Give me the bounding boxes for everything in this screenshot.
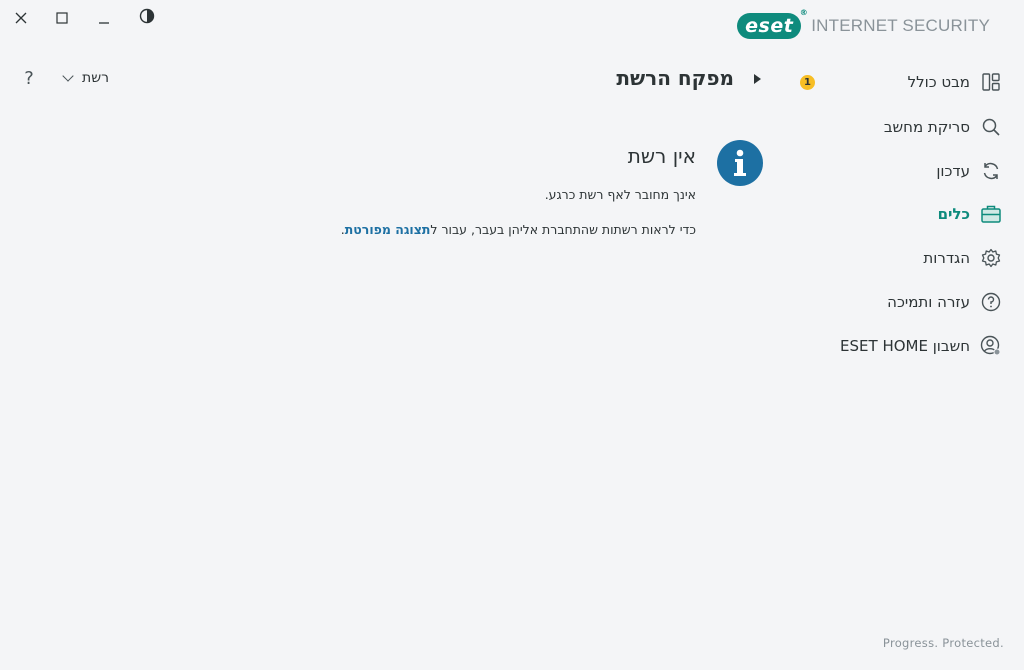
sidebar-item-label: כלים — [937, 205, 970, 223]
gear-icon — [980, 247, 1002, 269]
info-detail: כדי לראות רשתות שהתחברת אליהן בעבר, עבור… — [341, 222, 696, 237]
info-detail-prefix: כדי לראות רשתות שהתחברת אליהן בעבר, עבור… — [430, 222, 696, 237]
sidebar-item-tools[interactable]: כלים — [938, 197, 1002, 231]
chevron-down-icon — [62, 70, 74, 82]
search-icon — [980, 116, 1002, 138]
sidebar-item-overview[interactable]: מבט כולל — [908, 65, 1002, 99]
sidebar-item-label: סריקת מחשב — [883, 118, 970, 136]
sidebar-item-label: חשבון ESET HOME — [840, 337, 970, 355]
tagline: Progress. Protected. — [882, 636, 1004, 650]
theme-toggle-button[interactable] — [135, 6, 159, 30]
sidebar-item-label: עזרה ותמיכה — [887, 293, 970, 311]
sidebar-item-label: מבט כולל — [907, 73, 970, 91]
refresh-icon — [980, 160, 1002, 182]
account-icon — [980, 335, 1002, 357]
toolbox-icon — [980, 203, 1002, 225]
sidebar-item-update[interactable]: עדכון — [936, 154, 1002, 188]
help-button[interactable]: ? — [20, 68, 38, 89]
contrast-icon — [139, 8, 155, 28]
sidebar-item-help-support[interactable]: עזרה ותמיכה — [887, 285, 1002, 319]
close-button[interactable] — [9, 6, 33, 30]
sidebar-item-eset-home[interactable]: חשבון ESET HOME — [840, 329, 1002, 363]
page-title: מפקח הרשת — [616, 66, 734, 90]
minimize-button[interactable] — [92, 6, 116, 30]
detailed-view-link[interactable]: תצוגה מפורטת — [345, 222, 431, 237]
brand: eset ® INTERNET SECURITY — [737, 8, 990, 42]
maximize-button[interactable] — [50, 6, 74, 30]
eset-logo: eset ® — [737, 8, 808, 39]
info-message: אינך מחובר לאף רשת כרגע. — [544, 187, 696, 202]
network-dropdown[interactable]: רשת — [62, 70, 110, 86]
network-dropdown-label: רשת — [82, 70, 110, 86]
close-icon — [15, 9, 27, 28]
notification-badge: 1 — [800, 75, 815, 90]
sidebar-item-label: הגדרות — [923, 249, 970, 267]
product-name: INTERNET SECURITY — [811, 16, 990, 35]
help-circle-icon — [980, 291, 1002, 313]
sidebar-item-label: עדכון — [936, 162, 970, 180]
dashboard-icon — [980, 71, 1002, 93]
info-title: אין רשת — [627, 144, 696, 168]
info-icon — [717, 140, 763, 186]
registered-mark: ® — [799, 8, 809, 17]
sidebar-item-computer-scan[interactable]: סריקת מחשב — [884, 110, 1002, 144]
minimize-icon — [98, 9, 110, 28]
maximize-icon — [56, 9, 68, 28]
logo-text: eset — [745, 15, 794, 37]
back-arrow-icon[interactable] — [754, 74, 761, 84]
sidebar-item-settings[interactable]: הגדרות — [923, 241, 1002, 275]
